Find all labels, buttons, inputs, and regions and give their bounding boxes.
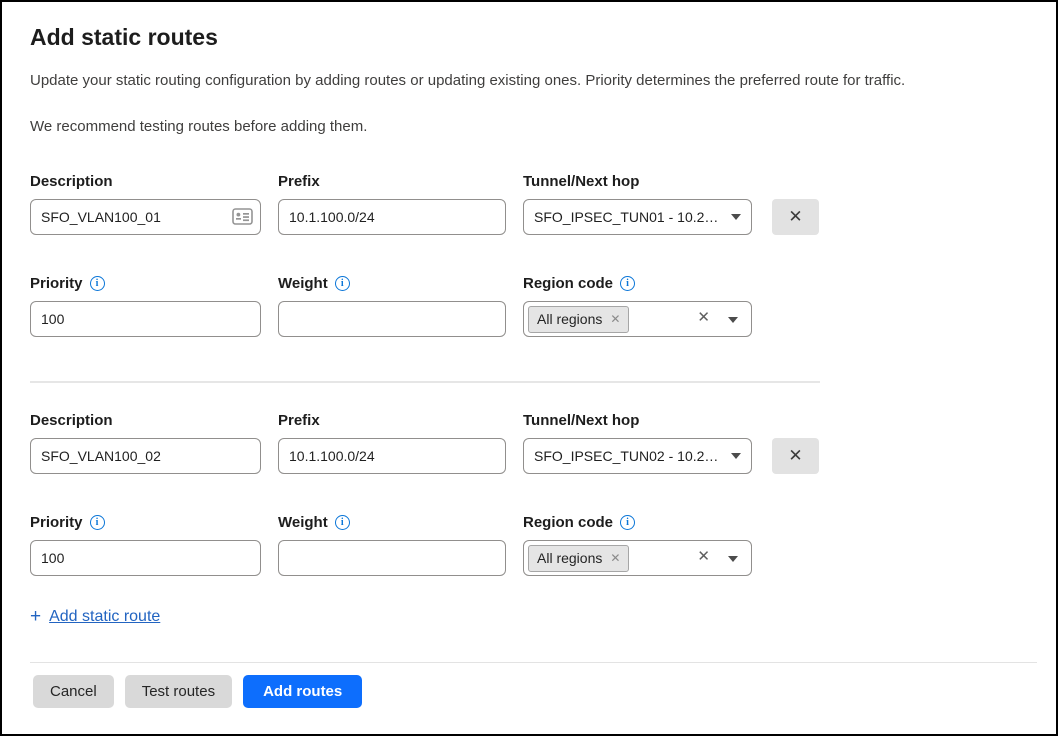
- chevron-down-icon: [731, 214, 741, 220]
- priority-input-1[interactable]: [30, 301, 261, 337]
- region-chip-label: All regions: [537, 550, 602, 566]
- weight-input-2[interactable]: [278, 540, 506, 576]
- info-icon[interactable]: i: [90, 515, 105, 530]
- description-input-1[interactable]: [30, 199, 261, 235]
- weight-label: Weight i: [278, 274, 506, 293]
- chevron-down-icon: [728, 317, 738, 323]
- info-icon[interactable]: i: [620, 276, 635, 291]
- add-static-routes-dialog: Add static routes Update your static rou…: [2, 2, 1056, 628]
- weight-label-text: Weight: [278, 514, 328, 531]
- page-title: Add static routes: [30, 24, 1028, 51]
- tunnel-field-2: Tunnel/Next hop SFO_IPSEC_TUN02 - 10.25.…: [523, 411, 752, 474]
- tunnel-label: Tunnel/Next hop: [523, 411, 752, 430]
- tunnel-next-hop-select-1[interactable]: SFO_IPSEC_TUN01 - 10.25...: [523, 199, 752, 235]
- remove-route-button-1[interactable]: ✕: [772, 199, 819, 235]
- add-static-route-link[interactable]: + Add static route: [30, 606, 160, 628]
- description-label: Description: [30, 172, 261, 191]
- priority-field-1: Priority i: [30, 274, 261, 337]
- weight-field-1: Weight i: [278, 274, 506, 337]
- region-code-field-1: Region code i All regions ✕ ✕: [523, 274, 752, 337]
- priority-label: Priority i: [30, 274, 261, 293]
- description-field-2: Description: [30, 411, 261, 474]
- weight-label: Weight i: [278, 513, 506, 532]
- contact-card-icon: [232, 208, 253, 225]
- add-routes-button[interactable]: Add routes: [243, 675, 362, 708]
- weight-label-text: Weight: [278, 275, 328, 292]
- region-code-label-text: Region code: [523, 514, 613, 531]
- prefix-input-1[interactable]: [278, 199, 506, 235]
- cancel-button[interactable]: Cancel: [33, 675, 114, 708]
- tunnel-selected-value: SFO_IPSEC_TUN02 - 10.25...: [534, 448, 723, 464]
- route-1-main-row: Description: [30, 172, 1028, 235]
- chevron-down-icon: [731, 453, 741, 459]
- region-chip: All regions ✕: [528, 306, 629, 333]
- prefix-label: Prefix: [278, 172, 506, 191]
- priority-label-text: Priority: [30, 514, 83, 531]
- description-label: Description: [30, 411, 261, 430]
- dialog-recommendation: We recommend testing routes before addin…: [30, 118, 1028, 135]
- region-code-select-1[interactable]: All regions ✕ ✕: [523, 301, 752, 337]
- route-2-main-row: Description Prefix Tunnel/Next hop SFO_I…: [30, 411, 1028, 474]
- route-2-options-row: Priority i Weight i Region code i: [30, 513, 1028, 576]
- description-input-2[interactable]: [30, 438, 261, 474]
- chevron-down-icon: [728, 556, 738, 562]
- route-group-1: Description: [30, 172, 1028, 337]
- description-field-1: Description: [30, 172, 261, 235]
- region-code-label-text: Region code: [523, 275, 613, 292]
- prefix-label: Prefix: [278, 411, 506, 430]
- info-icon[interactable]: i: [335, 515, 350, 530]
- close-icon: ✕: [788, 207, 802, 227]
- info-icon[interactable]: i: [90, 276, 105, 291]
- priority-label-text: Priority: [30, 275, 83, 292]
- region-chip-label: All regions: [537, 311, 602, 327]
- dialog-footer: Cancel Test routes Add routes: [2, 662, 1056, 734]
- tunnel-selected-value: SFO_IPSEC_TUN01 - 10.25...: [534, 209, 723, 225]
- tunnel-next-hop-select-2[interactable]: SFO_IPSEC_TUN02 - 10.25...: [523, 438, 752, 474]
- chip-remove-icon[interactable]: ✕: [610, 312, 620, 326]
- route-group-2: Description Prefix Tunnel/Next hop SFO_I…: [30, 411, 1028, 576]
- route-group-divider: [30, 381, 820, 383]
- region-code-field-2: Region code i All regions ✕ ✕: [523, 513, 752, 576]
- prefix-field-1: Prefix: [278, 172, 506, 235]
- test-routes-button[interactable]: Test routes: [125, 675, 232, 708]
- priority-label: Priority i: [30, 513, 261, 532]
- region-chip: All regions ✕: [528, 545, 629, 572]
- priority-input-2[interactable]: [30, 540, 261, 576]
- prefix-input-2[interactable]: [278, 438, 506, 474]
- priority-field-2: Priority i: [30, 513, 261, 576]
- clear-icon[interactable]: ✕: [697, 549, 710, 564]
- remove-route-button-2[interactable]: ✕: [772, 438, 819, 474]
- info-icon[interactable]: i: [335, 276, 350, 291]
- add-static-route-label: Add static route: [49, 608, 160, 626]
- clear-icon[interactable]: ✕: [697, 310, 710, 325]
- region-code-label: Region code i: [523, 513, 752, 532]
- close-icon: ✕: [788, 446, 802, 466]
- prefix-field-2: Prefix: [278, 411, 506, 474]
- tunnel-label: Tunnel/Next hop: [523, 172, 752, 191]
- weight-input-1[interactable]: [278, 301, 506, 337]
- route-1-options-row: Priority i Weight i Region code i: [30, 274, 1028, 337]
- region-code-label: Region code i: [523, 274, 752, 293]
- weight-field-2: Weight i: [278, 513, 506, 576]
- dialog-description: Update your static routing configuration…: [30, 72, 1028, 89]
- footer-divider: [30, 662, 1037, 663]
- region-code-select-2[interactable]: All regions ✕ ✕: [523, 540, 752, 576]
- info-icon[interactable]: i: [620, 515, 635, 530]
- chip-remove-icon[interactable]: ✕: [610, 551, 620, 565]
- plus-icon: +: [30, 606, 41, 628]
- tunnel-field-1: Tunnel/Next hop SFO_IPSEC_TUN01 - 10.25.…: [523, 172, 752, 235]
